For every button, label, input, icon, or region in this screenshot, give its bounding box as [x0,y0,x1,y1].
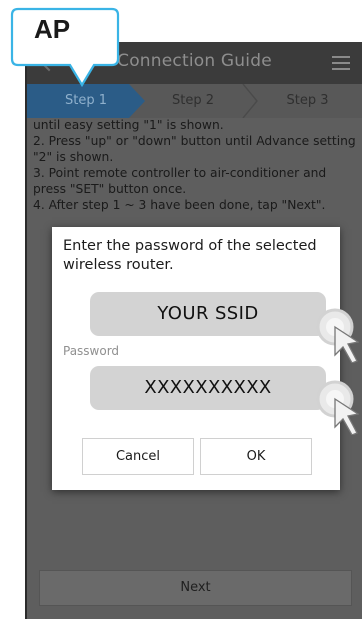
instruction-line: 4. After step 1 ~ 3 have been done, tap … [33,198,326,212]
ap-mode-badge: AP [34,14,71,44]
hamburger-menu-icon[interactable] [332,56,350,70]
step-2: Step 2 [171,93,214,108]
cancel-button[interactable]: Cancel [82,438,194,475]
instruction-line: until easy setting "1" is shown. [33,118,224,132]
step-1: Step 1 [27,84,145,118]
password-field[interactable]: XXXXXXXXXX [90,366,326,410]
step-3: Step 3 [286,93,329,108]
tap-pointer-icon [316,308,359,363]
ssid-field[interactable]: YOUR SSID [90,292,326,336]
instructions-text: until easy setting "1" is shown. 2. Pres… [33,117,359,213]
password-dialog: Enter the password of the selected wirel… [52,227,340,490]
instruction-line: 2. Press "up" or "down" button until Adv… [33,134,356,164]
instruction-line: 3. Point remote controller to air-condit… [33,166,327,196]
dialog-message: Enter the password of the selected wirel… [63,238,317,273]
password-label: Password [63,344,120,358]
step-separator [242,84,258,118]
ok-button[interactable]: OK [200,438,312,475]
next-button[interactable]: Next [39,570,352,606]
tap-pointer-icon [316,380,359,435]
step-indicator: Step 2 Step 3 Step 1 [27,84,362,118]
